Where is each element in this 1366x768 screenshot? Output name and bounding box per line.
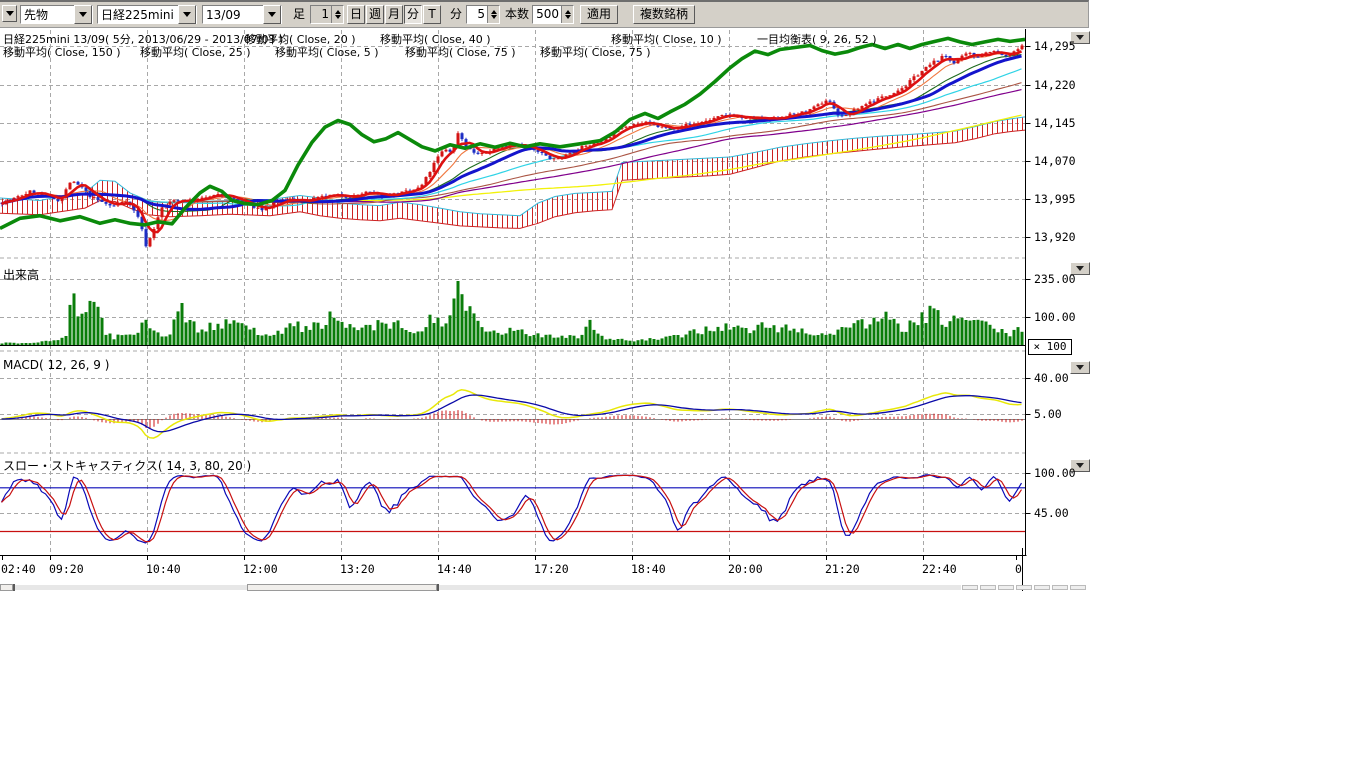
time-tick-label: 20:00 (728, 562, 763, 576)
chevron-down-icon (1076, 365, 1084, 370)
scrollbar-track[interactable] (439, 585, 961, 590)
stoch-panel-label: スロー・ストキャスティクス( 14, 3, 80, 20 ) (3, 457, 251, 474)
time-tick-label: 02:40 (1, 562, 36, 576)
scrollbar-segment[interactable] (1034, 585, 1050, 590)
legend-ma5: 移動平均( Close, 5 ) (275, 44, 379, 60)
price-tick-label: 14,220 (1034, 78, 1076, 92)
time-tick-label: 21:20 (825, 562, 860, 576)
scrollbar-segment[interactable] (1016, 585, 1032, 590)
time-tick-label: 12:00 (243, 562, 278, 576)
horizontal-scrollbar[interactable] (0, 584, 1088, 591)
macd-tick-label: 40.00 (1034, 371, 1069, 385)
chevron-down-icon (1076, 266, 1084, 271)
scrollbar-left-box[interactable] (0, 584, 13, 591)
volume-tick-label: 100.00 (1034, 310, 1076, 324)
time-tick-label: 14:40 (437, 562, 472, 576)
chart-application-window: 先物 日経225mini 13/09 足 1 日 週 月 分 T 分 5 本数 … (0, 0, 1090, 592)
legend-ma25: 移動平均( Close, 25 ) (140, 44, 251, 60)
time-tick-label: 17:20 (534, 562, 569, 576)
volume-multiplier-badge: × 100 (1028, 339, 1072, 355)
scrollbar-segment[interactable] (1052, 585, 1068, 590)
scrollbar-segment[interactable] (980, 585, 996, 590)
price-tick-label: 14,145 (1034, 116, 1076, 130)
legend-ma75: 移動平均( Close, 75 ) (405, 44, 516, 60)
time-tick-label: 0 (1015, 562, 1022, 576)
macd-tick-label: 5.00 (1034, 407, 1062, 421)
chevron-down-icon (1076, 35, 1084, 40)
chevron-down-icon (1076, 463, 1084, 468)
macd-panel-menu-button[interactable] (1070, 361, 1090, 374)
price-tick-label: 13,920 (1034, 230, 1076, 244)
time-tick-label: 13:20 (340, 562, 375, 576)
scrollbar-segment[interactable] (962, 585, 978, 590)
macd-panel-label: MACD( 12, 26, 9 ) (3, 358, 109, 372)
legend-ma150: 移動平均( Close, 150 ) (3, 44, 121, 60)
volume-tick-label: 235.00 (1034, 272, 1076, 286)
volume-panel-label: 出来高 (3, 266, 39, 283)
legend-ma75b: 移動平均( Close, 75 ) (540, 44, 651, 60)
time-tick-label: 09:20 (49, 562, 84, 576)
price-tick-label: 14,295 (1034, 39, 1076, 53)
scrollbar-track[interactable] (15, 585, 247, 590)
time-tick-label: 22:40 (922, 562, 957, 576)
time-tick-label: 10:40 (146, 562, 181, 576)
price-tick-label: 13,995 (1034, 192, 1076, 206)
scrollbar-segment[interactable] (998, 585, 1014, 590)
stoch-tick-label: 100.00 (1034, 466, 1076, 480)
chart-canvas[interactable] (0, 0, 1090, 592)
scrollbar-thumb[interactable] (247, 584, 437, 591)
stoch-tick-label: 45.00 (1034, 506, 1069, 520)
scrollbar-segment[interactable] (1070, 585, 1086, 590)
time-tick-label: 18:40 (631, 562, 666, 576)
price-tick-label: 14,070 (1034, 154, 1076, 168)
legend-ichimoku: 一目均衡表( 9, 26, 52 ) (757, 31, 877, 47)
